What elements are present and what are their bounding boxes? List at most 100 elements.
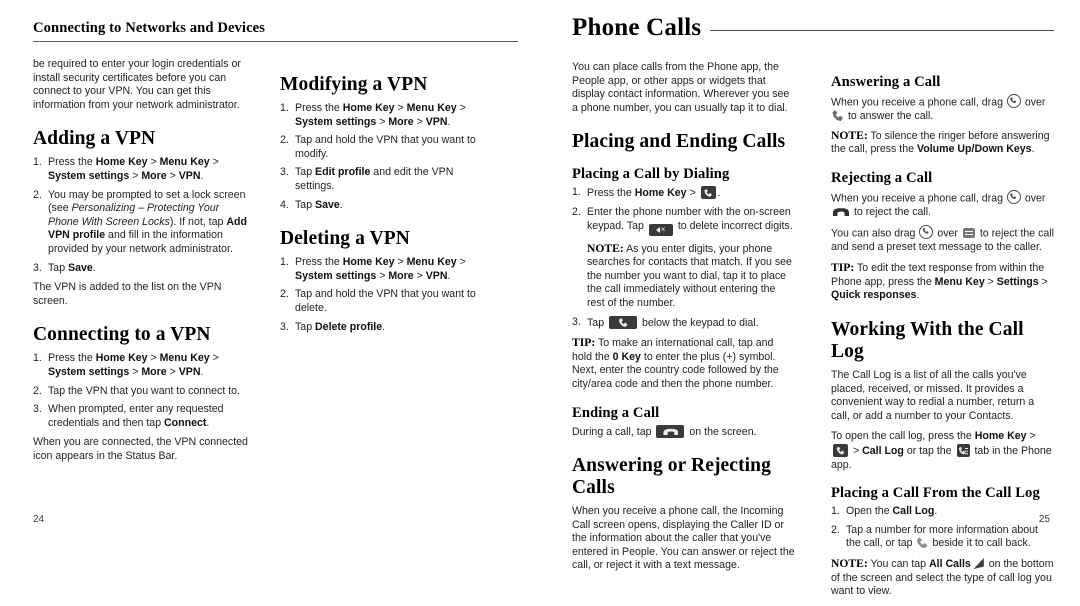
gt-3: > bbox=[376, 269, 389, 282]
note-label: NOTE: bbox=[831, 556, 868, 570]
right-page: Phone Calls You can place calls from the… bbox=[540, 0, 1080, 597]
heading-placing-and-ending-calls: Placing and Ending Calls bbox=[572, 131, 786, 153]
left-column-1: be required to enter your login credenti… bbox=[33, 58, 248, 470]
step-text-a: Press the bbox=[48, 352, 96, 365]
gt-1: > bbox=[1026, 430, 1036, 443]
heading-adding-a-vpn: Adding a VPN bbox=[33, 128, 156, 150]
list-item: Press the Home Key > Menu Key > System s… bbox=[280, 256, 495, 283]
home-key-label: Home Key bbox=[95, 352, 148, 365]
gt-2: > bbox=[456, 256, 466, 269]
call-log-label: Call Log bbox=[892, 505, 935, 518]
backspace-arrow-icon bbox=[655, 226, 660, 233]
end-call-button-icon bbox=[656, 424, 685, 438]
more-label: More bbox=[388, 269, 414, 282]
reject2-text-a: You can also drag bbox=[831, 227, 919, 240]
heading-answering-a-call: Answering a Call bbox=[831, 74, 941, 90]
note-label: NOTE: bbox=[587, 241, 624, 255]
step-text-a: Open the bbox=[846, 505, 893, 518]
menu-key-label: Menu Key bbox=[159, 352, 210, 365]
call-log-label: Call Log bbox=[862, 445, 904, 457]
circle-phone-drag-icon bbox=[1006, 189, 1021, 204]
all-calls-note: NOTE: You can tap All Calls on the botto… bbox=[831, 557, 1054, 599]
step-text-a: Tap bbox=[587, 316, 608, 329]
gt-2: > bbox=[209, 156, 219, 169]
dialing-steps: Press the Home Key > . Enter the phone n… bbox=[572, 186, 795, 330]
title-rule bbox=[710, 30, 1054, 31]
open-text-a: To open the call log, press the bbox=[831, 430, 975, 443]
zero-key-label: 0 Key bbox=[612, 350, 641, 363]
rejecting-with-message-text: You can also drag over to reject the cal… bbox=[831, 224, 1054, 255]
home-key-label: Home Key bbox=[634, 187, 687, 200]
system-settings-label: System settings bbox=[295, 115, 377, 128]
vpn-label: VPN bbox=[178, 169, 201, 182]
list-item: Press the Home Key > . bbox=[572, 186, 795, 201]
list-item: Tap Save. bbox=[280, 199, 495, 213]
step-text-a: Tap bbox=[48, 261, 69, 274]
heading-ending-a-call: Ending a Call bbox=[572, 404, 660, 421]
dialing-step2-text: Enter the phone number with the on-scree… bbox=[587, 206, 795, 236]
step-text-b: ). If not, tap bbox=[169, 215, 227, 228]
gt-4: > bbox=[413, 115, 426, 128]
home-key-label: Home Key bbox=[342, 102, 395, 114]
gt-1: > bbox=[394, 256, 407, 269]
step-text-a: Tap bbox=[295, 320, 316, 333]
open-call-log-text: To open the call log, press the Home Key… bbox=[831, 430, 1054, 472]
call-log-intro: The Call Log is a list of all the calls … bbox=[831, 369, 1035, 422]
answering-note: NOTE: To silence the ringer before answe… bbox=[831, 129, 1054, 157]
gt-1: > bbox=[686, 187, 699, 200]
heading-modifying-a-vpn: Modifying a VPN bbox=[280, 74, 428, 95]
gt-1: > bbox=[984, 275, 997, 288]
gt-3: > bbox=[129, 365, 142, 378]
menu-key-label: Menu Key bbox=[406, 256, 457, 269]
list-item: Tap below the keypad to dial. bbox=[572, 315, 795, 331]
chapter-title-text: Phone Calls bbox=[572, 14, 702, 41]
left-column-2: Modifying a VPN Press the Home Key > Men… bbox=[280, 58, 495, 470]
answer-text-b: over bbox=[1021, 96, 1046, 109]
more-label: More bbox=[388, 115, 414, 128]
system-settings-label: System settings bbox=[48, 169, 130, 182]
gt-3: > bbox=[376, 115, 389, 128]
delete-profile-label: Delete profile bbox=[315, 320, 383, 333]
ending-text-b: on the screen. bbox=[686, 425, 757, 438]
gt-4: > bbox=[413, 269, 426, 282]
rejecting-a-call-text: When you receive a phone call, drag over… bbox=[831, 189, 1054, 220]
right-column-2: Answering a Call When you receive a phon… bbox=[831, 61, 1054, 606]
ending-a-call-text: During a call, tap on the screen. bbox=[572, 424, 795, 440]
connecting-vpn-steps: Press the Home Key > Menu Key > System s… bbox=[33, 352, 248, 430]
step-text-a: Tap bbox=[295, 198, 316, 211]
period: . bbox=[916, 289, 920, 302]
backspace-key-icon: × bbox=[648, 223, 673, 236]
home-key-label: Home Key bbox=[974, 430, 1027, 443]
list-item: Tap Save. bbox=[33, 262, 248, 276]
circle-phone-drag-icon bbox=[919, 224, 934, 239]
more-label: More bbox=[141, 365, 167, 378]
open-text-b: or tap the bbox=[903, 445, 955, 457]
page-number-right: 25 bbox=[1038, 514, 1050, 525]
gt-2: > bbox=[209, 352, 219, 365]
gt-3: > bbox=[129, 169, 142, 182]
step-text-a: Press the bbox=[587, 187, 635, 200]
note-label: NOTE: bbox=[831, 128, 868, 142]
period: . bbox=[934, 505, 938, 518]
adding-vpn-result: The VPN is added to the list on the VPN … bbox=[33, 281, 222, 307]
answer-text-a: When you receive a phone call, drag bbox=[831, 96, 1006, 109]
volume-keys-label: Volume Up/Down Keys bbox=[916, 143, 1032, 156]
reject-text-a: When you receive a phone call, drag bbox=[831, 192, 1006, 205]
heading-placing-a-call-from-the-call-log: Placing a Call From the Call Log bbox=[831, 485, 1040, 502]
step-text-b: below the keypad to dial. bbox=[639, 316, 759, 329]
gt-1: > bbox=[147, 156, 160, 169]
period: . bbox=[200, 365, 204, 378]
page-number-left: 24 bbox=[33, 514, 45, 525]
right-page-columns: You can place calls from the Phone app, … bbox=[572, 61, 1054, 606]
period: . bbox=[1031, 143, 1035, 156]
save-label: Save bbox=[68, 261, 93, 274]
list-item: When prompted, enter any requested crede… bbox=[33, 403, 248, 430]
gt-1: > bbox=[394, 102, 407, 114]
gt-1: > bbox=[147, 352, 160, 365]
step-text-a: Press the bbox=[48, 156, 96, 169]
list-item: Tap and hold the VPN that you want to de… bbox=[280, 288, 476, 314]
period: . bbox=[717, 187, 721, 200]
tip-label: TIP: bbox=[572, 336, 596, 350]
list-item: Press the Home Key > Menu Key > System s… bbox=[33, 156, 248, 183]
vpn-label: VPN bbox=[425, 269, 448, 282]
